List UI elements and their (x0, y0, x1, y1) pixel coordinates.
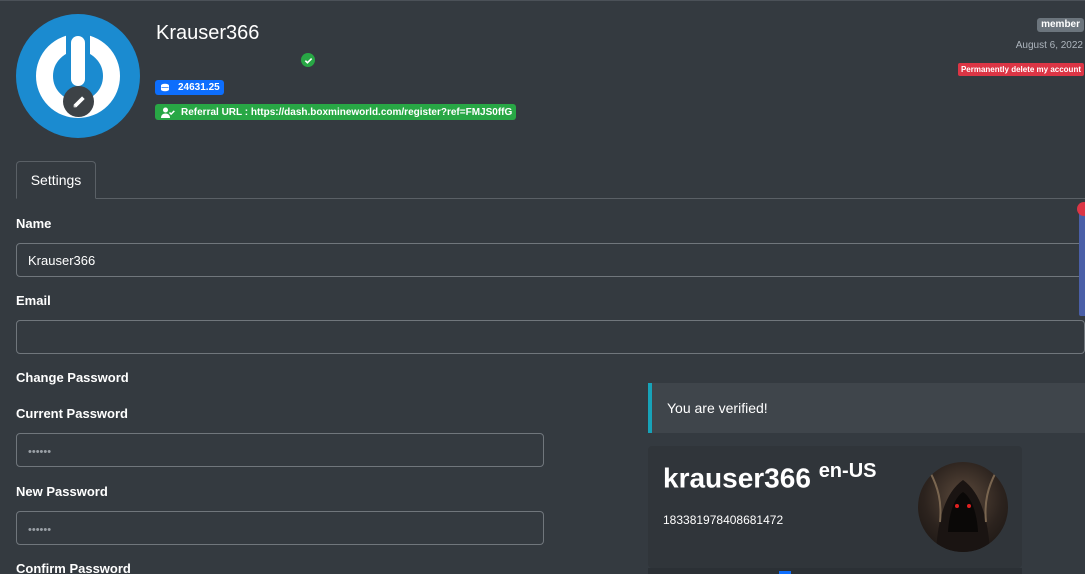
discord-id: 183381978408681472 (663, 513, 784, 527)
join-date: August 6, 2022 (1015, 40, 1083, 51)
referral-badge[interactable]: Referral URL : https://dash.boxmineworld… (155, 104, 517, 120)
edit-avatar-button[interactable] (63, 86, 94, 117)
current-password-label: Current Password (16, 406, 128, 421)
current-password-field[interactable] (16, 433, 544, 467)
tab-settings[interactable]: Settings (16, 161, 96, 199)
profile-avatar (16, 14, 140, 138)
edit-pencil-icon (73, 95, 85, 107)
avatar-logo-stem (71, 36, 85, 86)
email-label: Email (16, 293, 51, 308)
delete-account-button[interactable]: Permanently delete my account (957, 63, 1084, 76)
credits-badge: 24631.25 (155, 80, 224, 95)
discord-username: krauser366 (663, 462, 811, 494)
tabs-divider (16, 198, 1085, 199)
discord-username-line: krauser366 en-US (663, 460, 876, 494)
referral-url: Referral URL : https://dash.boxmineworld… (181, 106, 513, 118)
discord-locale: en-US (818, 460, 877, 482)
confirm-password-label: Confirm Password (16, 561, 131, 574)
user-check-icon (161, 107, 175, 118)
top-border (0, 0, 1085, 1)
verified-alert: You are verified! (648, 383, 1085, 433)
side-scroll-handle[interactable] (1079, 207, 1085, 316)
check-circle-icon (301, 53, 315, 67)
name-field[interactable] (16, 243, 1085, 277)
role-badge: member (1037, 18, 1084, 32)
discord-card: krauser366 en-US 183381978408681472 (648, 446, 1022, 568)
new-password-field[interactable] (16, 511, 544, 545)
credits-value: 24631.25 (178, 82, 220, 93)
coins-icon (161, 83, 169, 91)
change-password-heading: Change Password (16, 370, 129, 385)
discord-avatar (918, 462, 1008, 552)
email-field[interactable] (16, 320, 1085, 354)
profile-username: Krauser366 (156, 22, 260, 44)
new-password-label: New Password (16, 484, 108, 499)
name-label: Name (16, 216, 52, 231)
verified-alert-text: You are verified! (667, 400, 768, 416)
close-icon[interactable] (1077, 202, 1085, 216)
discord-card-footer (648, 568, 1022, 574)
